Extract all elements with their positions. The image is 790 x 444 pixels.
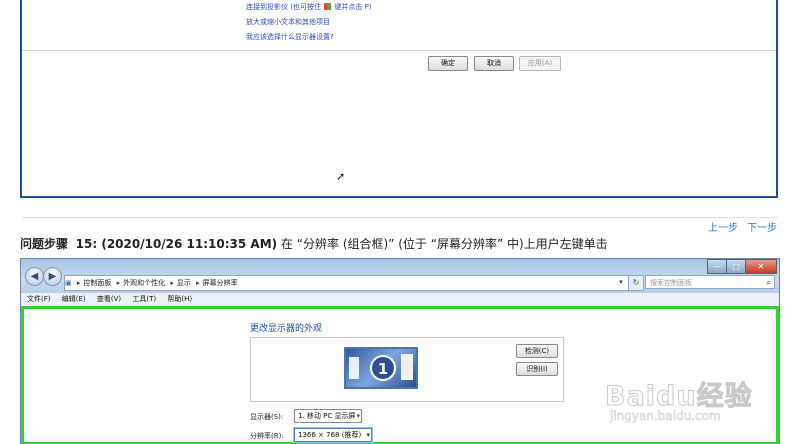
display-select[interactable]: 1. 移动 PC 显示屏 ▾: [294, 409, 362, 423]
monitor-icon[interactable]: 1: [344, 347, 418, 389]
previous-step-links: 连接到投影仪 (也可按住 键并点击 P) 放大或缩小文本和其他项目 我应该选择什…: [246, 0, 372, 45]
menu-bar: 文件(F) 编辑(E) 查看(V) 工具(T) 帮助(H): [21, 293, 779, 307]
screen-right-panel: [401, 354, 413, 380]
identify-button[interactable]: 识别(I): [516, 362, 558, 376]
breadcrumb-display[interactable]: 显示: [177, 279, 191, 287]
connect-projector-link[interactable]: 连接到投影仪 (也可按住 键并点击 P): [246, 0, 372, 15]
screen-left-panel: [349, 357, 359, 379]
menu-file[interactable]: 文件(F): [27, 295, 51, 303]
refresh-icon[interactable]: ↻: [628, 275, 644, 291]
back-button[interactable]: ◀: [25, 267, 44, 286]
title-bar: ◀ ▶ ▣ ▸ 控制面板 ▸ 外观和个性化 ▸ 显示 ▸ 屏幕分辨率 ▾ ↻ 搜索控制面…: [21, 259, 779, 293]
cancel-button[interactable]: 取消: [474, 56, 514, 71]
resolution-select[interactable]: 1366 × 768 (推荐) ▾: [294, 428, 372, 442]
detect-button[interactable]: 检测(C): [516, 344, 558, 358]
search-input[interactable]: 搜索控制面板 ⌕: [645, 275, 775, 289]
maximize-button[interactable]: □: [726, 259, 746, 274]
text-size-link[interactable]: 放大或缩小文本和其他项目: [246, 15, 372, 30]
page-title: 更改显示器的外观: [250, 324, 323, 334]
ok-button[interactable]: 确定: [428, 56, 468, 71]
step-description: 在 “分辨率 (组合框)” (位于 “屏幕分辨率” 中)上用户左键单击: [280, 237, 608, 251]
display-label: 显示器(S):: [250, 413, 284, 421]
baidu-watermark-url: jingyan.baidu.com: [610, 409, 721, 424]
menu-edit[interactable]: 编辑(E): [62, 295, 86, 303]
separator: [22, 217, 778, 218]
chevron-down-icon: ▾: [356, 412, 360, 420]
next-step-link[interactable]: 下一步: [747, 219, 777, 234]
folder-icon: ▣: [65, 279, 72, 287]
monitor-preview: 1 检测(C) 识别(I): [250, 337, 564, 402]
prev-step-link[interactable]: 上一步: [708, 219, 738, 234]
menu-tools[interactable]: 工具(T): [132, 295, 156, 303]
search-icon[interactable]: ⌕: [767, 276, 771, 290]
resolution-label: 分辨率(R):: [250, 432, 284, 440]
baidu-watermark: Baidu经验: [605, 381, 753, 413]
previous-step-screenshot: [20, 0, 778, 198]
windows-key-icon: [324, 3, 332, 10]
display-settings-help-link[interactable]: 我应该选择什么显示器设置?: [246, 30, 372, 45]
apply-button[interactable]: 应用(A): [519, 56, 561, 71]
step-heading: 问题步骤 15: (2020/10/26 11:10:35 AM) 在 “分辨率…: [20, 235, 608, 252]
minimize-button[interactable]: —: [707, 259, 727, 274]
monitor-number: 1: [370, 355, 396, 381]
chevron-down-icon: ▾: [366, 431, 370, 439]
forward-button[interactable]: ▶: [43, 267, 62, 286]
chevron-down-icon[interactable]: ▾: [616, 276, 626, 288]
breadcrumb-screen-resolution[interactable]: 屏幕分辨率: [203, 279, 238, 287]
close-button[interactable]: ✕: [745, 259, 777, 274]
step-number: 15: (2020/10/26 11:10:35 AM): [75, 237, 278, 251]
step-label: 问题步骤: [20, 237, 69, 251]
divider: [22, 50, 776, 51]
breadcrumb-appearance[interactable]: 外观和个性化: [123, 279, 165, 287]
breadcrumb-control-panel[interactable]: 控制面板: [83, 279, 111, 287]
menu-help[interactable]: 帮助(H): [167, 295, 192, 303]
menu-view[interactable]: 查看(V): [97, 295, 121, 303]
mouse-cursor-icon: ➚: [336, 170, 346, 183]
address-bar[interactable]: ▣ ▸ 控制面板 ▸ 外观和个性化 ▸ 显示 ▸ 屏幕分辨率: [64, 275, 640, 291]
